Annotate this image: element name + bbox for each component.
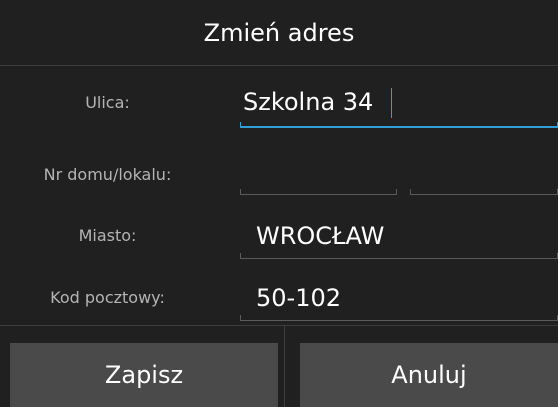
button-bar-divider xyxy=(0,325,558,326)
city-label: Miasto: xyxy=(78,226,137,245)
street-label: Ulica: xyxy=(85,93,130,112)
button-separator xyxy=(284,326,285,407)
postal-code-underline xyxy=(240,315,558,321)
house-number-label: Nr domu/lokalu: xyxy=(43,165,172,184)
house-number-input[interactable] xyxy=(243,156,395,190)
apartment-number-input[interactable] xyxy=(412,156,558,190)
house-number-underline xyxy=(240,189,397,195)
city-input-underline xyxy=(240,253,558,259)
change-address-dialog: Zmień adres Ulica: Szkolna 34 Nr domu/lo… xyxy=(0,0,558,407)
save-button[interactable]: Zapisz xyxy=(10,343,278,407)
cancel-button[interactable]: Anuluj xyxy=(300,343,558,407)
postal-code-input[interactable]: 50-102 xyxy=(256,281,341,315)
dialog-title: Zmień adres xyxy=(203,19,355,47)
street-input-underline xyxy=(240,122,558,128)
postal-code-label: Kod pocztowy: xyxy=(50,288,165,307)
dialog-header: Zmień adres xyxy=(0,0,558,66)
city-input[interactable]: WROCŁAW xyxy=(256,219,384,253)
text-caret xyxy=(391,88,392,118)
street-input[interactable]: Szkolna 34 xyxy=(243,85,373,119)
apartment-number-underline xyxy=(410,189,558,195)
